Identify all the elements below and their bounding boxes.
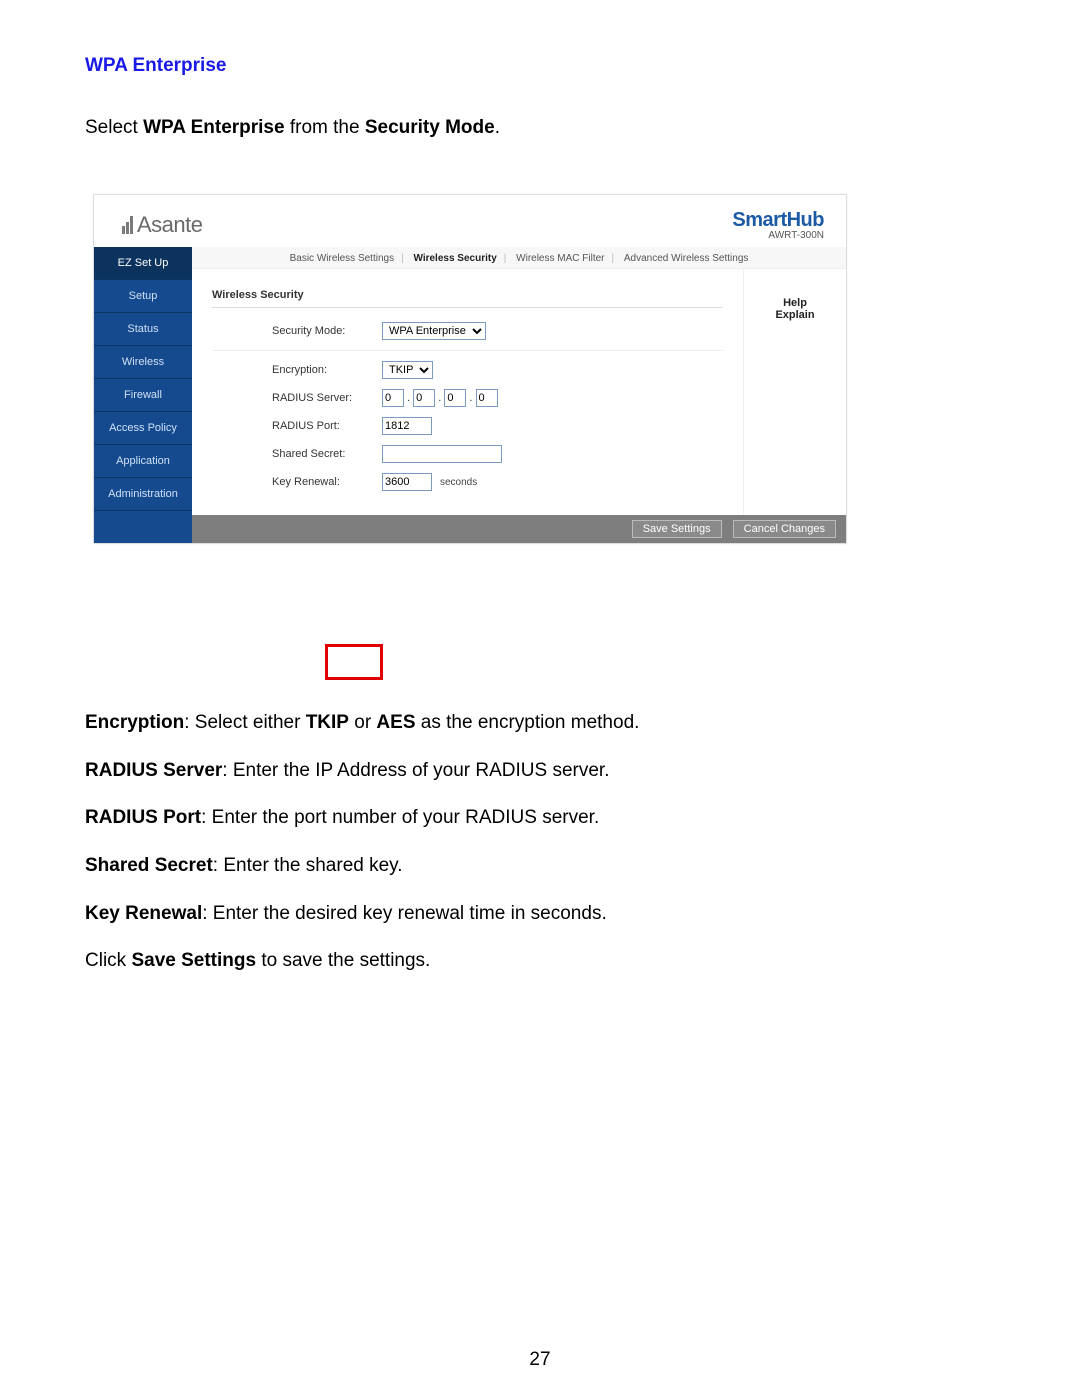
label-key-renewal: Key Renewal: (212, 476, 382, 488)
sidebar-item-administration[interactable]: Administration (94, 478, 192, 511)
t: to save the settings. (256, 950, 430, 971)
sidebar-item-ezsetup[interactable]: EZ Set Up (94, 247, 192, 280)
help-line1[interactable]: Help (752, 297, 838, 309)
tab-sep: | (501, 253, 510, 264)
t: RADIUS Server (85, 760, 222, 781)
intro-bold1: WPA Enterprise (143, 117, 284, 138)
smarthub-primary: SmartHub (732, 209, 824, 232)
tabs-row: Basic Wireless Settings| Wireless Securi… (192, 247, 846, 269)
dot: . (466, 392, 475, 404)
asante-bars-icon (122, 216, 133, 234)
cancel-changes-button[interactable]: Cancel Changes (733, 520, 836, 538)
desc-encryption-bold: Encryption (85, 712, 184, 733)
t: : Enter the shared key. (213, 855, 403, 876)
t: Save Settings (131, 950, 256, 971)
encryption-select[interactable]: TKIP (382, 361, 433, 379)
t: TKIP (306, 712, 349, 733)
t: or (349, 712, 376, 733)
tab-basic-wireless[interactable]: Basic Wireless Settings (286, 253, 398, 264)
desc-radius-port: RADIUS Port: Enter the port number of yo… (85, 805, 995, 831)
sidebar-item-wireless[interactable]: Wireless (94, 346, 192, 379)
form-area: Wireless Security Security Mode: WPA Ent… (192, 269, 743, 515)
tab-sep: | (398, 253, 407, 264)
sidebar-item-status[interactable]: Status (94, 313, 192, 346)
tab-sep: | (609, 253, 618, 264)
desc-key-renewal: Key Renewal: Enter the desired key renew… (85, 901, 995, 927)
t: : Select either (184, 712, 305, 733)
intro-bold2: Security Mode (365, 117, 495, 138)
sidebar-item-access-policy[interactable]: Access Policy (94, 412, 192, 445)
router-admin-screenshot: Asante SmartHub AWRT-300N EZ Set Up Setu… (93, 194, 847, 544)
label-security-mode: Security Mode: (212, 325, 382, 337)
descriptions: Encryption: Select either TKIP or AES as… (85, 710, 995, 974)
desc-encryption: Encryption: Select either TKIP or AES as… (85, 710, 995, 736)
t: : Enter the port number of your RADIUS s… (201, 807, 599, 828)
panel-title: Wireless Security (212, 289, 723, 308)
t: Click (85, 950, 131, 971)
tab-advanced-wireless[interactable]: Advanced Wireless Settings (620, 253, 753, 264)
label-shared-secret: Shared Secret: (212, 448, 382, 460)
t: Shared Secret (85, 855, 213, 876)
label-encryption: Encryption: (212, 364, 382, 376)
tab-wireless-security[interactable]: Wireless Security (409, 253, 500, 264)
t: : Enter the IP Address of your RADIUS se… (222, 760, 609, 781)
save-settings-button[interactable]: Save Settings (632, 520, 722, 538)
divider (212, 350, 723, 351)
help-line2[interactable]: Explain (752, 309, 838, 321)
key-renewal-unit: seconds (440, 477, 477, 488)
shared-secret-input[interactable] (382, 445, 502, 463)
radius-port-input[interactable] (382, 417, 432, 435)
intro-paragraph: Select WPA Enterprise from the Security … (85, 117, 995, 139)
dot: . (435, 392, 444, 404)
page-number: 27 (0, 1349, 1080, 1371)
t: AES (376, 712, 415, 733)
intro-pre: Select (85, 117, 143, 138)
t: as the encryption method. (416, 712, 640, 733)
t: : Enter the desired key renewal time in … (202, 903, 606, 924)
intro-mid: from the (285, 117, 365, 138)
label-radius-server: RADIUS Server: (212, 392, 382, 404)
dot: . (404, 392, 413, 404)
label-radius-port: RADIUS Port: (212, 420, 382, 432)
smarthub-logo: SmartHub AWRT-300N (732, 209, 824, 241)
desc-shared-secret: Shared Secret: Enter the shared key. (85, 853, 995, 879)
radius-ip-octet-1[interactable] (382, 389, 404, 407)
key-renewal-input[interactable] (382, 473, 432, 491)
asante-logo-text: Asante (137, 212, 203, 238)
security-mode-select[interactable]: WPA Enterprise (382, 322, 486, 340)
sidebar: EZ Set Up Setup Status Wireless Firewall… (94, 247, 192, 543)
t: Key Renewal (85, 903, 202, 924)
section-title: WPA Enterprise (85, 55, 995, 77)
tab-mac-filter[interactable]: Wireless MAC Filter (512, 253, 608, 264)
desc-radius-server: RADIUS Server: Enter the IP Address of y… (85, 758, 995, 784)
router-header: Asante SmartHub AWRT-300N (94, 195, 846, 247)
intro-post: . (495, 117, 500, 138)
desc-closing: Click Save Settings to save the settings… (85, 948, 995, 974)
sidebar-item-firewall[interactable]: Firewall (94, 379, 192, 412)
t: RADIUS Port (85, 807, 201, 828)
red-highlight-box (325, 644, 383, 680)
radius-ip-octet-2[interactable] (413, 389, 435, 407)
asante-logo: Asante (122, 212, 203, 238)
sidebar-item-application[interactable]: Application (94, 445, 192, 478)
button-bar: Save Settings Cancel Changes (192, 515, 846, 543)
sidebar-item-setup[interactable]: Setup (94, 280, 192, 313)
radius-ip-octet-3[interactable] (444, 389, 466, 407)
help-column: Help Explain (743, 269, 846, 515)
radius-ip-octet-4[interactable] (476, 389, 498, 407)
